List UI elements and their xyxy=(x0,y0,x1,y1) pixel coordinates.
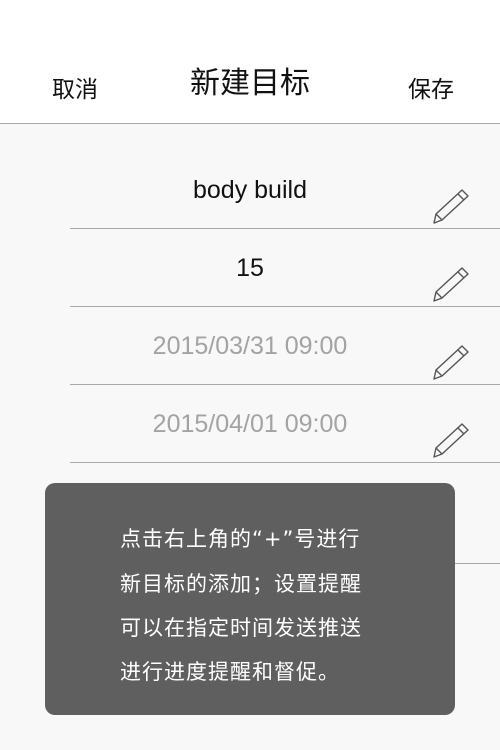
pencil-icon[interactable] xyxy=(430,420,470,460)
goal-count-field[interactable]: 15 xyxy=(70,230,500,307)
row-divider xyxy=(455,563,500,564)
tooltip-line: 点击右上角的“+”号进行 xyxy=(120,527,361,551)
pencil-icon[interactable] xyxy=(430,264,470,304)
tooltip-line: 可以在指定时间发送推送 xyxy=(120,616,362,640)
save-button[interactable]: 保存 xyxy=(408,70,454,104)
goal-name-field[interactable]: body build xyxy=(70,152,500,229)
navigation-bar: 取消 新建目标 保存 xyxy=(0,0,500,124)
tooltip-line: 进行进度提醒和督促。 xyxy=(120,660,340,684)
end-time-field[interactable]: 2015/04/01 09:00 xyxy=(70,386,500,463)
goal-name-value: body build xyxy=(193,176,307,204)
start-time-value: 2015/03/31 09:00 xyxy=(152,332,348,360)
goal-count-value: 15 xyxy=(236,254,264,282)
start-time-field[interactable]: 2015/03/31 09:00 xyxy=(70,308,500,385)
help-tooltip: 点击右上角的“+”号进行 新目标的添加；设置提醒 可以在指定时间发送推送 进行进… xyxy=(45,483,455,715)
tooltip-line: 新目标的添加；设置提醒 xyxy=(120,572,362,596)
pencil-icon[interactable] xyxy=(430,342,470,382)
end-time-value: 2015/04/01 09:00 xyxy=(152,410,348,438)
pencil-icon[interactable] xyxy=(430,186,470,226)
